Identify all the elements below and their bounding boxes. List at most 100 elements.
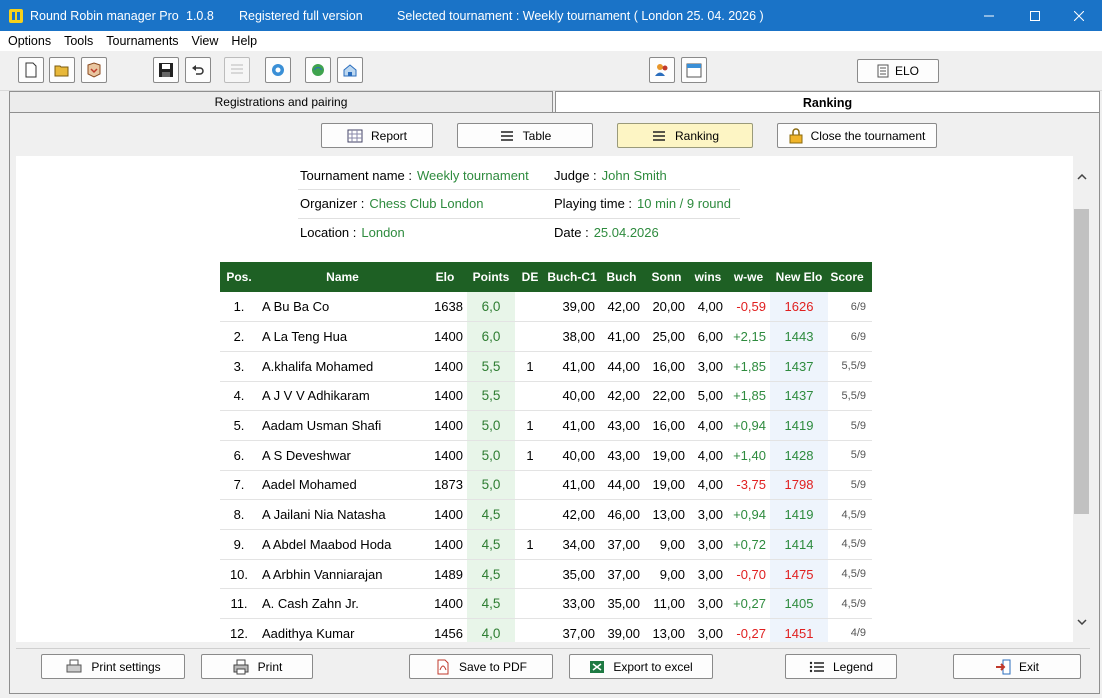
- calendar-button[interactable]: [681, 57, 707, 83]
- menu-help[interactable]: Help: [223, 34, 262, 48]
- home-icon: [343, 64, 357, 77]
- cell-score: 6/9: [828, 321, 872, 352]
- cell-wins: 4,00: [689, 470, 727, 501]
- menu-tournaments[interactable]: Tournaments: [98, 34, 183, 48]
- ranking-button[interactable]: Ranking: [617, 123, 753, 148]
- home-button[interactable]: [337, 57, 363, 83]
- undo-icon: [192, 65, 204, 75]
- list-button[interactable]: [224, 57, 250, 83]
- table-row[interactable]: 6. A S Deveshwar 1400 5,0 1 40,00 43,00 19,00 4,…: [220, 440, 872, 471]
- maximize-icon: [1030, 10, 1040, 21]
- table-row[interactable]: 9. A Abdel Maabod Hoda 1400 4,5 1 34,00 37,00 9…: [220, 529, 872, 560]
- header-buch[interactable]: Buch: [599, 262, 644, 292]
- header-score[interactable]: Score: [828, 262, 872, 292]
- maximize-button[interactable]: [1012, 0, 1058, 31]
- report-button[interactable]: Report: [321, 123, 433, 148]
- scroll-up-button[interactable]: [1073, 168, 1090, 185]
- exit-button[interactable]: Exit: [953, 654, 1081, 679]
- lock-icon: [789, 127, 803, 143]
- cell-buch: 35,00: [599, 588, 644, 620]
- header-wins[interactable]: wins: [689, 262, 727, 292]
- playing-time-value: 10 min / 9 round: [637, 196, 731, 211]
- save-button[interactable]: [153, 57, 179, 83]
- close-tournament-button[interactable]: Close the tournament: [777, 123, 937, 148]
- cell-newelo: 1414: [770, 529, 828, 560]
- tab-ranking[interactable]: Ranking: [555, 91, 1100, 113]
- table-row[interactable]: 3. A.khalifa Mohamed 1400 5,5 1 41,00 44,00 16,…: [220, 351, 872, 382]
- header-new-elo[interactable]: New Elo: [770, 262, 828, 292]
- users-icon: [655, 64, 668, 76]
- cell-score: 4/9: [828, 618, 872, 642]
- cell-score: 5/9: [828, 470, 872, 501]
- cell-newelo: 1437: [770, 351, 828, 382]
- cell-pos: 11.: [220, 588, 258, 620]
- cell-buch: 41,00: [599, 321, 644, 352]
- import-button[interactable]: [81, 57, 107, 83]
- menu-tools[interactable]: Tools: [56, 34, 98, 48]
- cell-buch: 44,00: [599, 470, 644, 501]
- save-pdf-button[interactable]: Save to PDF: [409, 654, 553, 679]
- header-de[interactable]: DE: [515, 262, 545, 292]
- table-row[interactable]: 10. A Arbhin Vanniarajan 1489 4,5 35,00 37,00…: [220, 559, 872, 590]
- cell-newelo: 1798: [770, 470, 828, 501]
- playing-time-label: Playing time :: [554, 196, 633, 211]
- cell-name: A Jailani Nia Natasha: [258, 499, 423, 530]
- table-row[interactable]: 4. A J V V Adhikaram 1400 5,5 40,00 42,00 22,0…: [220, 381, 872, 412]
- cell-newelo: 1428: [770, 440, 828, 471]
- scroll-thumb[interactable]: [1074, 209, 1089, 514]
- table-row[interactable]: 5. Aadam Usman Shafi 1400 5,0 1 41,00 43,00 16,…: [220, 410, 872, 441]
- header-pos[interactable]: Pos.: [220, 262, 258, 292]
- cell-sonn: 20,00: [644, 292, 689, 323]
- cell-name: A.khalifa Mohamed: [258, 351, 423, 382]
- header-name[interactable]: Name: [258, 262, 423, 292]
- cell-wins: 3,00: [689, 618, 727, 642]
- web-button[interactable]: [305, 57, 331, 83]
- organizer-row: Organizer : Chess Club London: [300, 196, 484, 211]
- cell-wwe: +0,94: [727, 410, 770, 441]
- header-elo[interactable]: Elo: [423, 262, 467, 292]
- cell-elo: 1489: [423, 559, 467, 590]
- report-label: Report: [370, 128, 408, 143]
- table-row[interactable]: 2. A La Teng Hua 1400 6,0 38,00 41,00 25,00 6,0…: [220, 321, 872, 352]
- settings-button[interactable]: [265, 57, 291, 83]
- cell-score: 4,5/9: [828, 559, 872, 590]
- table-row[interactable]: 1. A Bu Ba Co 1638 6,0 39,00 42,00 20,00 4,00 -0…: [220, 292, 872, 323]
- players-button[interactable]: [649, 57, 675, 83]
- table-row[interactable]: 11. A. Cash Zahn Jr. 1400 4,5 33,00 35,00 11,0…: [220, 588, 872, 620]
- print-button[interactable]: Print: [201, 654, 313, 679]
- header-points[interactable]: Points: [467, 262, 515, 292]
- table-row[interactable]: 8. A Jailani Nia Natasha 1400 4,5 42,00 46,00…: [220, 499, 872, 530]
- header-w-we[interactable]: w-we: [727, 262, 770, 292]
- cell-buch: 44,00: [599, 351, 644, 382]
- folder-open-icon: [54, 65, 69, 77]
- menu-options[interactable]: Options: [0, 34, 56, 48]
- new-file-button[interactable]: [18, 57, 44, 83]
- cell-newelo: 1419: [770, 499, 828, 530]
- scroll-down-button[interactable]: [1073, 613, 1090, 630]
- cell-de: [515, 588, 545, 620]
- table-row[interactable]: 7. Aadel Mohamed 1873 5,0 41,00 44,00 19,00 4,0…: [220, 470, 872, 501]
- header-buch-c1[interactable]: Buch-C1: [545, 262, 599, 292]
- elo-button[interactable]: ELO: [857, 59, 939, 83]
- cell-pos: 4.: [220, 381, 258, 412]
- cell-name: A Bu Ba Co: [258, 292, 423, 323]
- print-settings-button[interactable]: Print settings: [41, 654, 185, 679]
- table-row[interactable]: 12. Aadithya Kumar 1456 4,0 37,00 39,00 13,00 3…: [220, 618, 872, 642]
- close-window-button[interactable]: [1056, 0, 1102, 31]
- header-sonn[interactable]: Sonn: [644, 262, 689, 292]
- vertical-scrollbar[interactable]: [1073, 156, 1090, 642]
- cell-name: A J V V Adhikaram: [258, 381, 423, 412]
- menu-view[interactable]: View: [184, 34, 224, 48]
- new-file-icon: [25, 62, 37, 78]
- cell-wwe: +1,85: [727, 351, 770, 382]
- table-button[interactable]: Table: [457, 123, 593, 148]
- legend-button[interactable]: Legend: [785, 654, 897, 679]
- cell-de: 1: [515, 351, 545, 382]
- tab-registrations[interactable]: Registrations and pairing: [9, 91, 553, 112]
- cell-score: 5,5/9: [828, 381, 872, 412]
- cell-wwe: -0,59: [727, 292, 770, 323]
- open-folder-button[interactable]: [49, 57, 75, 83]
- export-excel-button[interactable]: Export to excel: [569, 654, 713, 679]
- minimize-button[interactable]: [966, 0, 1012, 31]
- undo-button[interactable]: [185, 57, 211, 83]
